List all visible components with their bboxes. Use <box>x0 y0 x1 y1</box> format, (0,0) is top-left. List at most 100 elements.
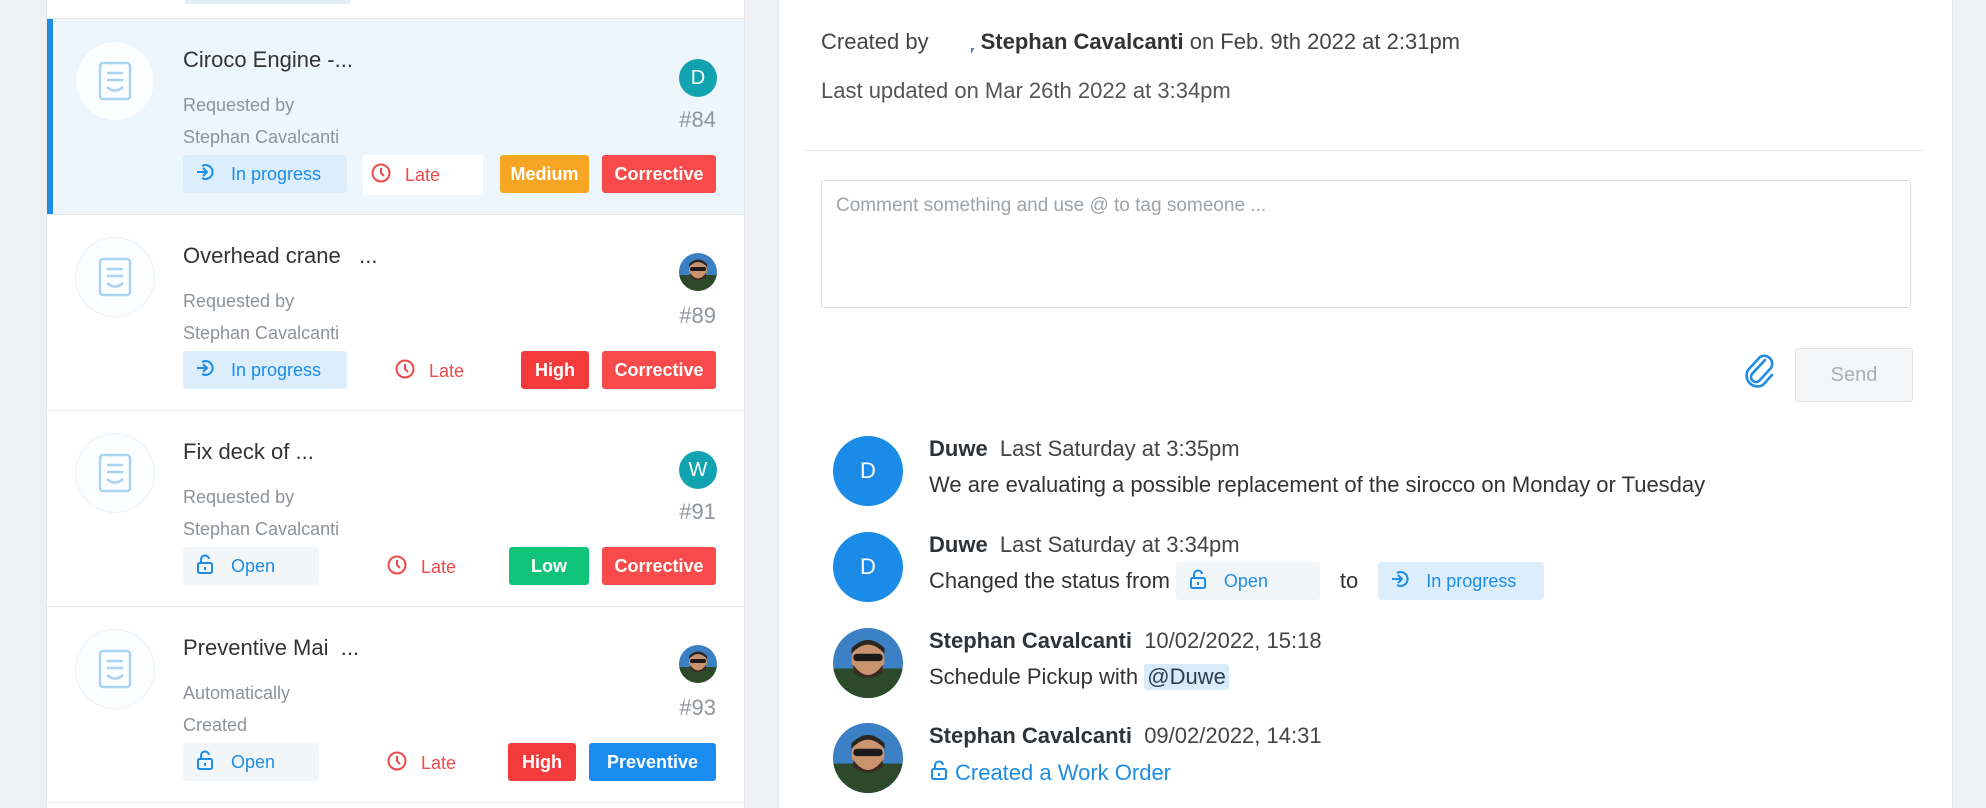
priority-badge: Low <box>509 547 589 585</box>
late-indicator: Late <box>379 547 489 587</box>
late-indicator: Late <box>379 743 479 783</box>
priority-badge: High <box>508 743 576 781</box>
sign-in-icon <box>1390 569 1426 594</box>
priority-badge: Medium <box>500 155 589 193</box>
category-badge: Corrective <box>602 547 716 585</box>
activity-header: Duwe Last Saturday at 3:34pm <box>929 532 1240 558</box>
avatar <box>833 628 903 698</box>
document-icon <box>75 41 155 121</box>
send-button[interactable]: Send <box>1795 348 1913 402</box>
status-label: Open <box>231 751 276 772</box>
requester-name: Stephan Cavalcanti <box>183 519 340 539</box>
previous-card-edge <box>47 0 744 19</box>
work-order-number: #84 <box>679 107 716 132</box>
created-work-order-link[interactable]: Created a Work Order <box>929 759 1171 787</box>
activity-time: 09/02/2022, 14:31 <box>1144 723 1322 748</box>
activity-entry: Stephan Cavalcanti 10/02/2022, 15:18 Sch… <box>833 628 1913 708</box>
document-icon <box>75 237 155 317</box>
unlock-icon <box>1188 569 1224 594</box>
activity-author: Stephan Cavalcanti <box>929 628 1132 653</box>
activity-text: We are evaluating a possible replacement… <box>929 472 1706 497</box>
activity-author: Duwe <box>929 532 988 557</box>
status-change: Changed the status from Open to In progr… <box>929 562 1545 600</box>
activity-time: 10/02/2022, 15:18 <box>1144 628 1322 653</box>
category-badge: Corrective <box>602 351 716 389</box>
paperclip-icon[interactable] <box>1741 350 1777 390</box>
work-order-list: Ciroco Engine -... Requested by Stephan … <box>46 0 745 808</box>
activity-text: Schedule Pickup with @Duwe <box>929 664 1229 690</box>
clock-icon <box>395 359 429 384</box>
sign-in-icon <box>195 162 231 187</box>
late-label: Late <box>421 752 457 773</box>
requested-by: Requested by Stephan Cavalcanti <box>183 89 373 153</box>
activity-entry: D Duwe Last Saturday at 3:34pm Changed t… <box>833 532 1913 612</box>
clock-icon <box>387 555 421 580</box>
activity-text: Created a Work Order <box>929 759 1171 787</box>
category-badge: Preventive <box>589 743 716 781</box>
unlock-icon <box>195 554 231 579</box>
activity-entry: D Duwe Last Saturday at 3:35pm We are ev… <box>833 436 1913 516</box>
work-order-card[interactable]: Ciroco Engine -... Requested by Stephan … <box>47 19 744 215</box>
activity-header: Stephan Cavalcanti 09/02/2022, 14:31 <box>929 723 1322 749</box>
sign-in-icon <box>195 358 231 383</box>
work-order-card[interactable]: Fix deck of ... Requested by Stephan Cav… <box>47 411 744 607</box>
requester-name: Stephan Cavalcanti <box>183 127 340 147</box>
work-order-number: #91 <box>679 499 716 524</box>
status-badge: Open <box>183 547 319 585</box>
activity-message: Schedule Pickup with <box>929 664 1139 689</box>
status-badge: Open <box>183 743 319 781</box>
late-indicator: Late <box>363 155 483 195</box>
work-order-card[interactable]: Preventive Mai ... Automatically Created… <box>47 607 744 803</box>
created-info: Created by Stephan Cavalcanti on Feb. 9t… <box>821 22 1460 62</box>
requester-name: Created <box>183 715 248 735</box>
late-label: Late <box>421 556 457 577</box>
avatar: D <box>833 532 903 602</box>
activity-time: Last Saturday at 3:35pm <box>999 436 1240 461</box>
created-date: on Feb. 9th 2022 at 2:31pm <box>1189 29 1461 54</box>
selected-indicator <box>47 19 53 214</box>
category-badge: Corrective <box>602 155 716 193</box>
clock-icon <box>371 163 405 188</box>
status-badge-from: Open <box>1175 562 1320 600</box>
status-label: In progress <box>231 359 322 380</box>
user-mention[interactable]: @Duwe <box>1144 664 1229 690</box>
link-label: Created a Work Order <box>955 760 1172 785</box>
work-order-number: #89 <box>679 303 716 328</box>
card-title: Ciroco Engine -... <box>183 47 353 72</box>
avatar: D <box>833 436 903 506</box>
created-prefix: Created by <box>821 29 929 54</box>
activity-header: Duwe Last Saturday at 3:35pm <box>929 436 1240 462</box>
status-label: Open <box>231 555 276 576</box>
work-order-card[interactable]: Overhead crane ... Requested by Stephan … <box>47 215 744 411</box>
document-icon <box>75 629 155 709</box>
requester-name: Stephan Cavalcanti <box>183 323 340 343</box>
late-label: Late <box>429 360 465 381</box>
requested-by: Requested by Stephan Cavalcanti <box>183 285 373 349</box>
status-label: Open <box>1223 570 1268 591</box>
assignee-avatar <box>679 645 717 683</box>
card-title: Overhead crane ... <box>183 243 378 268</box>
comment-input[interactable] <box>821 180 1911 308</box>
activity-author: Stephan Cavalcanti <box>929 723 1132 748</box>
clock-icon <box>387 751 421 776</box>
creator-name[interactable]: Stephan Cavalcanti <box>981 29 1184 55</box>
work-order-number: #93 <box>679 695 716 720</box>
activity-time: Last Saturday at 3:34pm <box>999 532 1240 557</box>
status-badge: In progress <box>183 155 347 193</box>
unlock-icon <box>929 759 955 787</box>
status-label: In progress <box>231 163 322 184</box>
requested-label: Requested by <box>183 487 295 507</box>
assignee-avatar: W <box>679 451 717 489</box>
late-label: Late <box>405 164 441 185</box>
status-label: In progress <box>1426 570 1517 591</box>
status-change-prefix: Changed the status from <box>929 568 1170 593</box>
document-icon <box>75 433 155 513</box>
unlock-icon <box>195 750 231 775</box>
work-order-detail: Created by Stephan Cavalcanti on Feb. 9t… <box>778 0 1953 808</box>
card-title: Preventive Mai ... <box>183 635 360 660</box>
last-updated: Last updated on Mar 26th 2022 at 3:34pm <box>821 78 1231 103</box>
requested-label: Requested by <box>183 95 295 115</box>
requested-label: Requested by <box>183 291 295 311</box>
status-badge: In progress <box>183 351 347 389</box>
avatar <box>833 723 903 793</box>
